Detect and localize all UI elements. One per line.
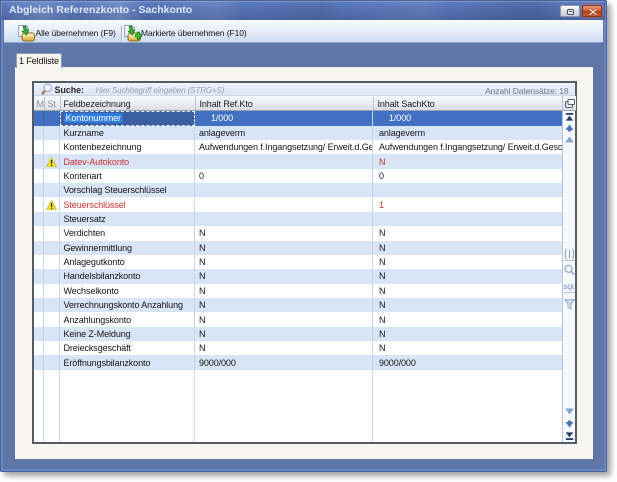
svg-text:SQL: SQL [563,284,576,291]
